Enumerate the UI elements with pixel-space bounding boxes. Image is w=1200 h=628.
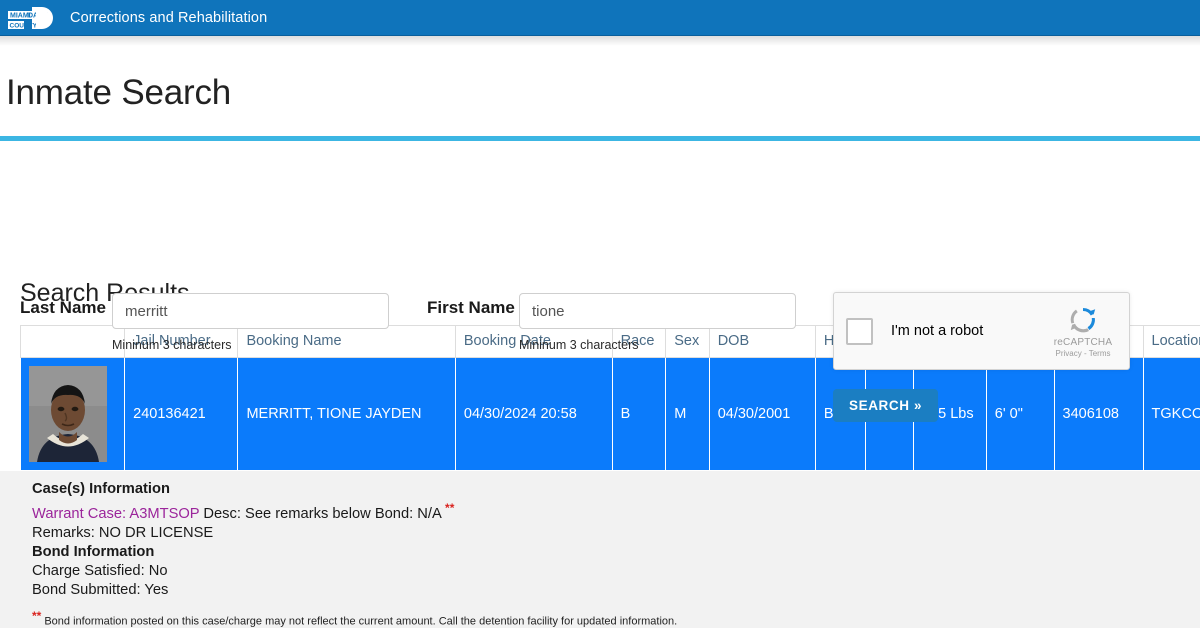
first-name-input[interactable]: [519, 293, 796, 329]
recaptcha-checkbox[interactable]: [846, 317, 873, 345]
case-information-panel: Case(s) Information Warrant Case: A3MTSO…: [0, 471, 1200, 628]
recaptcha-brand-name: reCAPTCHA: [1053, 337, 1113, 348]
recaptcha-terms[interactable]: Privacy - Terms: [1043, 349, 1123, 358]
recaptcha-widget[interactable]: I'm not a robot reCAPTCHA Privacy - Term…: [833, 292, 1130, 370]
last-name-input[interactable]: [112, 293, 389, 329]
footnote-text: Bond information posted on this case/cha…: [44, 615, 678, 628]
case-remarks: Remarks: NO DR LICENSE: [32, 524, 214, 541]
site-header: MIAMI DADE COUNTY Corrections and Rehabi…: [0, 0, 1200, 36]
cell-booking-name: MERRITT, TIONE JAYDEN: [237, 357, 456, 471]
cell-ids: 3406108: [1053, 357, 1144, 471]
recaptcha-brand: reCAPTCHA Privacy - Terms: [1043, 304, 1123, 358]
cell-booking-date: 04/30/2024 20:58: [454, 357, 613, 471]
logo-mark: MIAMI DADE COUNTY: [8, 6, 53, 29]
table-row[interactable]: 240136421 MERRITT, TIONE JAYDEN 04/30/20…: [19, 357, 1200, 471]
warrant-case-link[interactable]: Warrant Case: A3MTSOP: [32, 506, 199, 522]
bond-submitted: Bond Submitted: Yes: [32, 581, 169, 598]
cell-sex: M: [665, 357, 710, 471]
cell-jail-number: 240136421: [124, 357, 239, 471]
charge-satisfied: Charge Satisfied: No: [32, 562, 168, 579]
inmate-photo-cell[interactable]: [19, 357, 126, 471]
inmate-mugshot: [29, 366, 107, 462]
first-name-group: First Name Mininum 3 characters: [427, 293, 796, 352]
warrant-asterisk: **: [445, 501, 455, 515]
search-button[interactable]: SEARCH »: [833, 389, 939, 422]
last-name-hint: Mininum 3 characters: [112, 338, 232, 352]
recaptcha-label: I'm not a robot: [891, 323, 984, 339]
column-header-location[interactable]: Location: [1142, 325, 1200, 358]
last-name-group: Last Name Mininum 3 characters: [20, 293, 389, 352]
bond-footnote: ** Bond information posted on this case/c…: [32, 609, 1200, 628]
recaptcha-icon: [1070, 308, 1096, 333]
warrant-case-line: Warrant Case: A3MTSOP Desc: See remarks …: [32, 499, 1200, 524]
first-name-label: First Name: [427, 298, 515, 317]
bond-information-heading: Bond Information: [32, 543, 155, 560]
warrant-case-desc: Desc: See remarks below Bond: N/A: [199, 505, 446, 522]
cell-location: TGKCC: [1142, 357, 1200, 471]
miami-dade-county-logo[interactable]: MIAMI DADE COUNTY: [6, 4, 62, 32]
first-name-hint: Mininum 3 characters: [519, 338, 639, 352]
cell-height: 6' 0": [985, 357, 1055, 471]
case-information-heading: Case(s) Information: [32, 481, 170, 497]
search-form: Last Name Mininum 3 characters First Nam…: [0, 141, 1200, 422]
last-name-label: Last Name: [20, 298, 106, 317]
cell-dob: 04/30/2001: [708, 357, 816, 471]
site-title: Corrections and Rehabilitation: [70, 9, 268, 26]
cell-race: B: [611, 357, 667, 471]
page-title: Inmate Search: [6, 73, 232, 112]
svg-text:COUNTY: COUNTY: [10, 22, 38, 29]
footnote-asterisk: **: [32, 608, 42, 623]
header-shadow: [0, 36, 1200, 46]
